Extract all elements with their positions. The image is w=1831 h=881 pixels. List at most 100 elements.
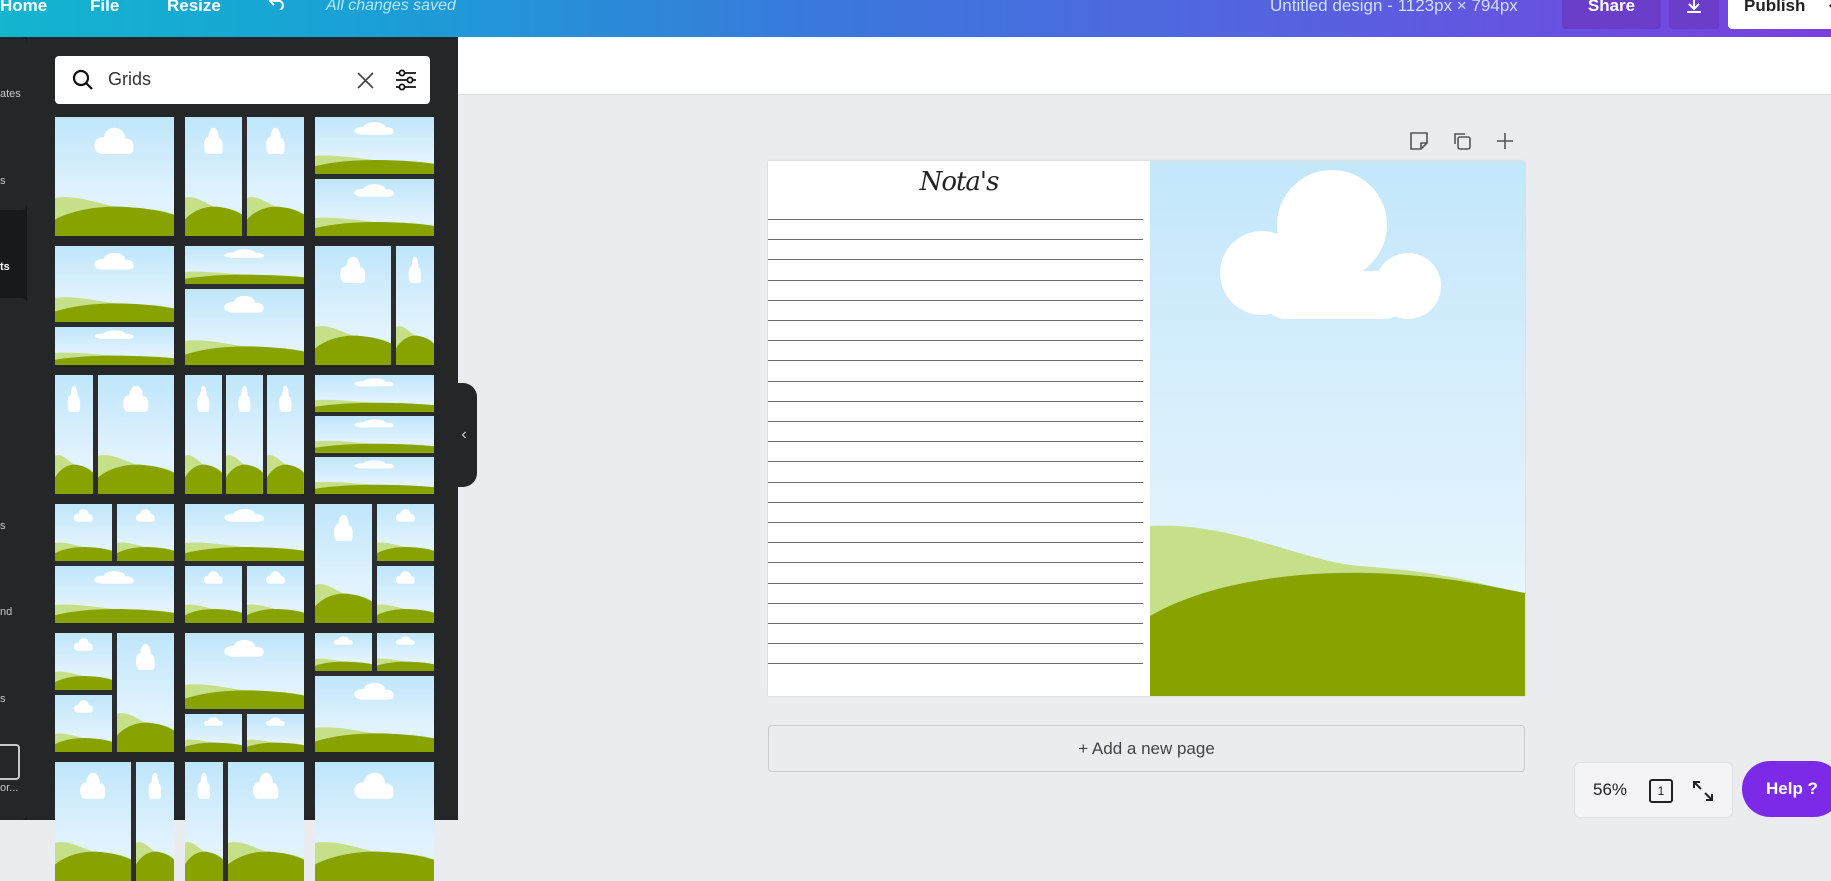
note-line — [768, 481, 1143, 483]
chevron-down-icon: ⌄ — [1826, 0, 1831, 12]
left-rail: ates s ts s nd s or... — [0, 37, 27, 820]
notes-title[interactable]: Nota's — [768, 167, 1150, 197]
notes-section[interactable]: Nota's — [768, 161, 1150, 696]
grid-cell — [185, 246, 304, 285]
rail-item-templates[interactable]: ates — [0, 88, 21, 100]
download-button[interactable] — [1669, 0, 1719, 29]
grid-cell — [185, 375, 222, 494]
design-title[interactable]: Untitled design - 1123px × 794px — [1270, 0, 1518, 14]
zoom-controls: 56% 1 — [1574, 762, 1733, 818]
rail-item-uploads[interactable]: s — [0, 693, 6, 705]
grid-template-thumbnail[interactable] — [185, 246, 304, 365]
share-button[interactable]: Share — [1562, 0, 1661, 29]
rail-item-photos[interactable]: s — [0, 520, 6, 532]
grid-cell — [246, 117, 304, 236]
grid-template-thumbnail[interactable] — [55, 375, 174, 494]
note-line — [768, 219, 1143, 220]
grid-cell — [315, 178, 434, 236]
grid-cell — [185, 288, 304, 365]
grid-cell — [315, 246, 392, 365]
grid-cell — [315, 762, 434, 881]
grid-template-thumbnail[interactable] — [185, 504, 304, 623]
grid-cell — [55, 694, 113, 752]
note-line — [768, 542, 1143, 544]
note-line — [768, 239, 1143, 241]
grid-cell — [185, 713, 243, 752]
grid-template-thumbnail[interactable] — [315, 246, 434, 365]
publish-button[interactable]: Publish ⌄ — [1728, 0, 1831, 29]
note-line — [768, 461, 1143, 463]
grid-cell — [185, 117, 243, 236]
grid-template-thumbnail[interactable] — [315, 117, 434, 236]
note-line — [768, 522, 1143, 523]
close-icon[interactable] — [357, 72, 374, 89]
filter-icon[interactable] — [394, 68, 418, 92]
duplicate-page-icon[interactable] — [1451, 130, 1473, 152]
grid-cell — [227, 762, 304, 881]
note-line — [768, 582, 1143, 584]
grid-template-thumbnail[interactable] — [55, 633, 174, 752]
landscape-frame[interactable] — [1150, 161, 1525, 696]
folder-icon — [0, 744, 20, 780]
collapse-panel-button[interactable]: ‹ — [451, 383, 477, 487]
rail-item-elements[interactable]: s — [0, 175, 6, 187]
page-count-button[interactable]: 1 — [1649, 779, 1673, 803]
rail-item-background[interactable]: nd — [0, 606, 12, 618]
help-button[interactable]: Help ? — [1742, 761, 1831, 817]
search-bar[interactable]: Grids — [55, 56, 430, 104]
home-menu[interactable]: Home — [0, 0, 47, 14]
grid-cell — [315, 504, 373, 623]
note-icon[interactable] — [1408, 130, 1430, 152]
side-panel: Grids — [27, 37, 458, 881]
grid-template-thumbnail[interactable] — [55, 117, 174, 236]
grid-cell — [55, 117, 174, 236]
grid-cell — [315, 457, 434, 494]
grid-template-thumbnail[interactable] — [315, 762, 434, 881]
grid-cell — [376, 565, 434, 623]
note-line — [768, 562, 1143, 564]
file-menu[interactable]: File — [90, 0, 119, 14]
grid-template-thumbnail[interactable] — [315, 633, 434, 752]
chevron-left-icon: ‹ — [461, 426, 467, 443]
publish-label: Publish — [1744, 0, 1806, 15]
note-line — [768, 340, 1143, 342]
search-input[interactable]: Grids — [108, 69, 151, 90]
resize-menu[interactable]: Resize — [167, 0, 221, 14]
note-line — [768, 259, 1143, 261]
grid-cell — [315, 117, 434, 175]
grid-template-thumbnail[interactable] — [185, 762, 304, 881]
landscape-illustration — [1150, 170, 1525, 696]
grid-template-thumbnail[interactable] — [185, 117, 304, 236]
grid-cell — [315, 416, 434, 453]
grid-template-thumbnail[interactable] — [315, 504, 434, 623]
grid-template-thumbnail[interactable] — [315, 375, 434, 494]
grid-cell — [135, 762, 174, 881]
context-toolbar — [458, 37, 1831, 95]
rail-item-text[interactable]: ts — [0, 261, 10, 273]
note-line — [768, 421, 1143, 422]
grid-cell — [246, 713, 304, 752]
grid-template-thumbnail[interactable] — [185, 633, 304, 752]
grid-cell — [55, 326, 174, 365]
fullscreen-icon[interactable] — [1691, 779, 1715, 803]
grid-cell — [55, 633, 113, 691]
note-line — [768, 623, 1143, 624]
zoom-level[interactable]: 56% — [1593, 780, 1627, 800]
page-count: 1 — [1657, 784, 1665, 798]
grid-cell — [315, 375, 434, 412]
grid-template-thumbnail[interactable] — [55, 504, 174, 623]
grid-template-thumbnail[interactable] — [55, 762, 174, 881]
grid-cell — [315, 633, 373, 672]
grid-cell — [185, 633, 304, 710]
grid-template-thumbnail[interactable] — [55, 246, 174, 365]
add-page-icon[interactable] — [1494, 130, 1516, 152]
grid-cell — [116, 504, 174, 562]
grid-cell — [55, 246, 174, 323]
grid-template-thumbnail[interactable] — [185, 375, 304, 494]
rail-item-more[interactable]: or... — [0, 782, 18, 794]
add-new-page-button[interactable]: + Add a new page — [768, 725, 1525, 772]
design-page[interactable]: Nota's — [768, 161, 1525, 696]
note-line — [768, 360, 1143, 362]
undo-icon[interactable] — [268, 0, 288, 10]
grid-cell — [55, 504, 113, 562]
